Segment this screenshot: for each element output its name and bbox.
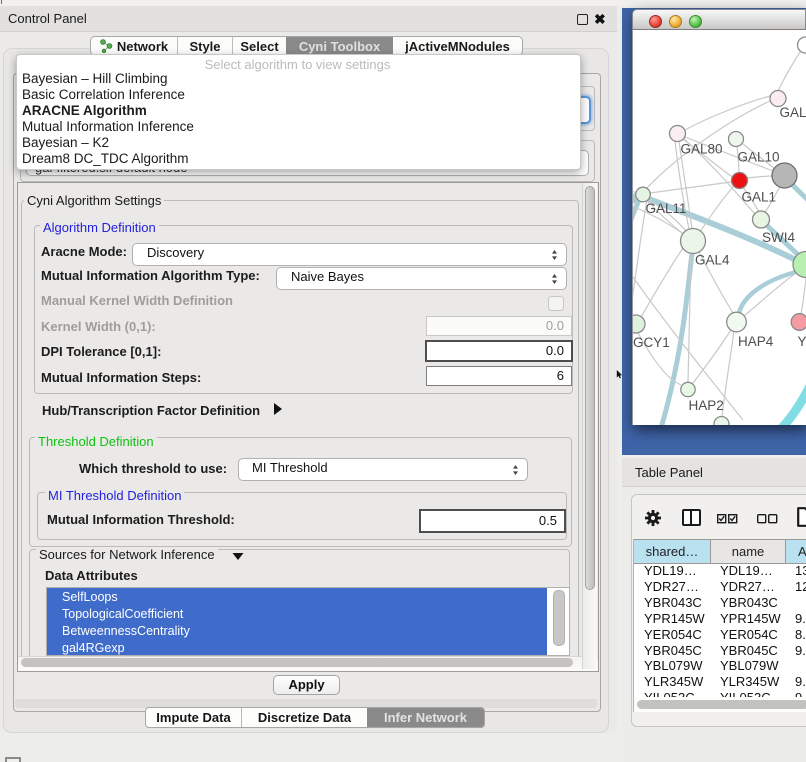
svg-text:GCY1: GCY1 — [633, 335, 670, 350]
svg-text:GAL80: GAL80 — [681, 142, 723, 157]
svg-text:GAL10: GAL10 — [738, 150, 780, 165]
svg-text:GAL7: GAL7 — [780, 105, 806, 120]
svg-text:GAL4: GAL4 — [695, 253, 730, 268]
svg-text:GAL1: GAL1 — [742, 190, 777, 205]
svg-text:HAP4: HAP4 — [738, 334, 774, 349]
svg-text:GAL11: GAL11 — [646, 201, 687, 216]
svg-text:HAP2: HAP2 — [689, 398, 724, 413]
svg-text:SWI4: SWI4 — [762, 230, 795, 245]
svg-text:Y: Y — [798, 334, 806, 349]
